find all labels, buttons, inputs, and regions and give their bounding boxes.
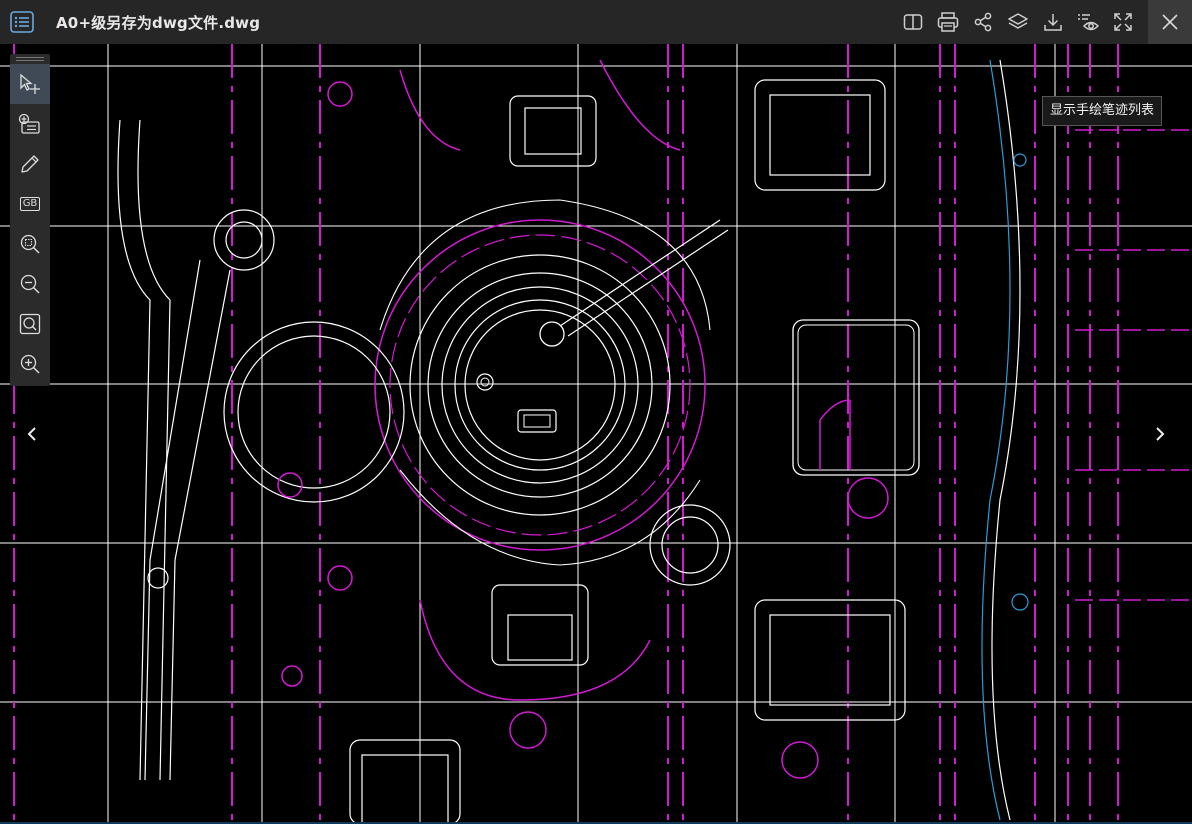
- zoom-out-tool[interactable]: [10, 264, 50, 304]
- pencil-icon: [21, 155, 39, 173]
- palette-drag-handle[interactable]: [10, 54, 50, 64]
- select-move-tool[interactable]: [10, 64, 50, 104]
- document-title: A0+级另存为dwg文件.dwg: [56, 13, 261, 32]
- download-icon: [1043, 14, 1062, 31]
- drawing-canvas[interactable]: [0, 44, 1192, 824]
- menu-list-button[interactable]: [4, 4, 40, 40]
- tooltip: 显示手绘笔迹列表: [1042, 96, 1163, 126]
- zoom-out-icon: [20, 274, 40, 294]
- zoom-window-tool[interactable]: [10, 224, 50, 264]
- top-bar: A0+级另存为dwg文件.dwg: [0, 0, 1192, 44]
- gb-standard-icon: GB: [19, 197, 41, 211]
- hand-drawn-list-button[interactable]: [1070, 0, 1105, 44]
- hand-drawn-list-icon: [1077, 14, 1099, 31]
- layers-button[interactable]: [1000, 0, 1035, 44]
- fullscreen-button[interactable]: [1105, 0, 1140, 44]
- zoom-in-tool[interactable]: [10, 344, 50, 384]
- gb-standard-tool[interactable]: GB: [10, 184, 50, 224]
- chevron-right-icon: [1156, 427, 1165, 441]
- menu-list-icon: [10, 11, 34, 33]
- pencil-tool[interactable]: [10, 144, 50, 184]
- split-view-button[interactable]: [895, 0, 930, 44]
- split-view-icon: [903, 14, 922, 30]
- zoom-window-icon: [20, 234, 40, 254]
- share-button[interactable]: [965, 0, 1000, 44]
- zoom-extents-tool[interactable]: [10, 304, 50, 344]
- add-note-tool[interactable]: [10, 104, 50, 144]
- fullscreen-icon: [1113, 13, 1132, 31]
- next-page-button[interactable]: [1148, 420, 1172, 448]
- add-note-icon: [18, 113, 40, 134]
- zoom-extents-icon: [19, 313, 41, 335]
- download-button[interactable]: [1035, 0, 1070, 44]
- layers-icon: [1007, 13, 1028, 29]
- select-move-icon: [20, 73, 40, 94]
- close-icon: [1162, 14, 1178, 30]
- print-button[interactable]: [930, 0, 965, 44]
- previous-page-button[interactable]: [20, 420, 44, 448]
- chevron-left-icon: [27, 427, 36, 441]
- toolbar: [895, 0, 1140, 44]
- zoom-in-icon: [20, 354, 40, 374]
- left-tool-palette: GB: [10, 54, 50, 386]
- printer-icon: [937, 12, 958, 32]
- close-button[interactable]: [1148, 0, 1192, 44]
- share-icon: [974, 12, 991, 32]
